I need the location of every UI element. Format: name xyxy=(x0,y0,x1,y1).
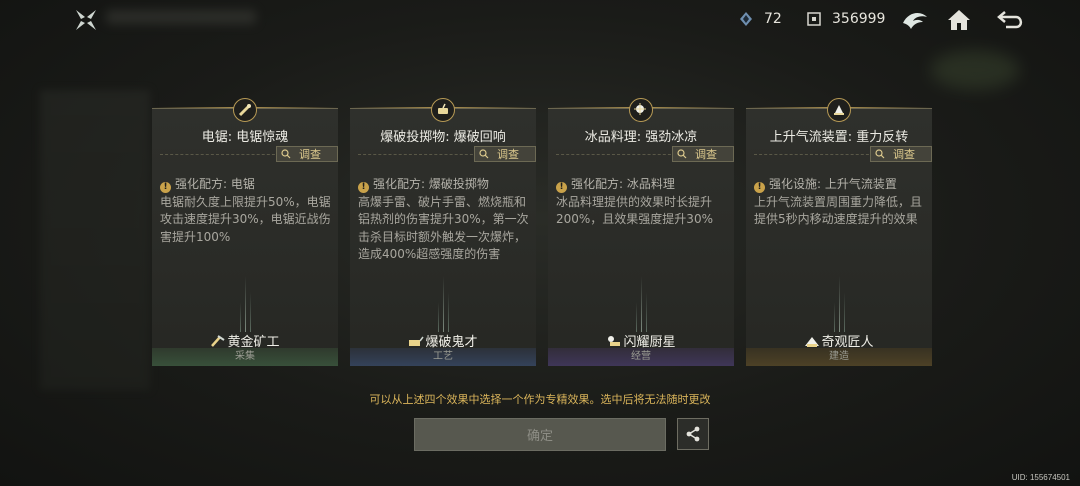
coin-count: 356999 xyxy=(832,11,886,27)
card-description: ! 强化设施: 上升气流装置 上升气流装置周围重力降低，且提供5秒内移动速度提升的… xyxy=(754,176,928,229)
ice-food-icon xyxy=(629,98,653,122)
background-panel xyxy=(40,90,150,390)
background-glow xyxy=(930,50,1020,90)
card-description: ! 强化配方: 爆破投掷物 高爆手雷、破片手雷、燃烧瓶和铝热剂的伤害提升30%，第… xyxy=(358,176,532,264)
category-label: 建造 xyxy=(746,348,932,366)
light-streak xyxy=(448,292,449,332)
light-streak xyxy=(250,292,251,332)
inspect-label: 调查 xyxy=(497,148,519,161)
miner-icon xyxy=(210,334,226,348)
back-button[interactable] xyxy=(996,6,1026,34)
light-streak xyxy=(636,302,637,332)
light-streak xyxy=(641,276,642,332)
confirm-button[interactable]: 确定 xyxy=(414,418,666,451)
logo-icon xyxy=(74,8,98,32)
wing-button[interactable] xyxy=(900,6,930,34)
card-description: ! 强化配方: 冰品料理 冰品料理提供的效果时长提升200%，且效果强度提升30% xyxy=(556,176,730,229)
desc-line1: 强化配方: 电锯 xyxy=(175,177,255,191)
light-streak xyxy=(438,302,439,332)
light-streak xyxy=(844,292,845,332)
gem-counter: 72 xyxy=(738,11,782,27)
chainsaw-icon xyxy=(233,98,257,122)
user-id: UID: 155674501 xyxy=(1011,473,1070,482)
inspect-button[interactable]: 调查 xyxy=(474,146,536,162)
updraft-icon xyxy=(827,98,851,122)
search-icon xyxy=(479,149,489,159)
card-title: 冰品料理: 强劲冰凉 xyxy=(584,130,698,145)
light-streak xyxy=(839,276,840,332)
craftsman-icon xyxy=(804,334,820,348)
desc-line1: 强化配方: 冰品料理 xyxy=(571,177,675,191)
tip-icon: ! xyxy=(754,182,765,193)
category-label: 采集 xyxy=(152,348,338,366)
tip-icon: ! xyxy=(358,182,369,193)
tip-icon: ! xyxy=(160,182,171,193)
card-title: 爆破投掷物: 爆破回响 xyxy=(380,130,506,145)
desc-line1: 强化设施: 上升气流装置 xyxy=(769,177,897,191)
inspect-label: 调查 xyxy=(893,148,915,161)
light-streak xyxy=(646,292,647,332)
desc-body: 高爆手雷、破片手雷、燃烧瓶和铝热剂的伤害提升30%，第一次击杀目标时额外触发一次… xyxy=(358,194,529,262)
inspect-button[interactable]: 调查 xyxy=(276,146,338,162)
light-streak xyxy=(240,302,241,332)
bomb-icon xyxy=(408,334,425,348)
inspect-label: 调查 xyxy=(695,148,717,161)
inspect-label: 调查 xyxy=(299,148,321,161)
coin-counter: 356999 xyxy=(806,11,885,27)
share-icon xyxy=(686,426,700,442)
search-icon xyxy=(677,149,687,159)
card-title: 上升气流装置: 重力反转 xyxy=(769,130,909,145)
specialization-card-chainsaw[interactable]: 电锯: 电锯惊魂 调查 ! 强化配方: 电锯 电锯耐久度上限提升50%，电锯攻击速… xyxy=(152,96,338,366)
search-icon xyxy=(875,149,885,159)
card-dashed-divider xyxy=(358,154,478,155)
back-icon xyxy=(997,11,1023,29)
card-description: ! 强化配方: 电锯 电锯耐久度上限提升50%，电锯攻击速度提升30%，电锯近战伤… xyxy=(160,176,334,246)
explosive-icon xyxy=(431,98,455,122)
gem-count: 72 xyxy=(764,11,782,27)
light-streak xyxy=(443,276,444,332)
desc-body: 电锯耐久度上限提升50%，电锯攻击速度提升30%，电锯近战伤害提升100% xyxy=(160,194,331,244)
home-button[interactable] xyxy=(944,6,974,34)
inspect-button[interactable]: 调查 xyxy=(672,146,734,162)
blurred-title xyxy=(106,10,256,24)
specialization-card-explosive[interactable]: 爆破投掷物: 爆破回响 调查 ! 强化配方: 爆破投掷物 高爆手雷、破片手雷、燃烧… xyxy=(350,96,536,366)
category-label: 经营 xyxy=(548,348,734,366)
card-dashed-divider xyxy=(754,154,874,155)
coin-icon xyxy=(806,11,822,27)
card-dashed-divider xyxy=(160,154,280,155)
desc-line1: 强化配方: 爆破投掷物 xyxy=(373,177,489,191)
gem-icon xyxy=(738,11,754,27)
specialization-card-updraft[interactable]: 上升气流装置: 重力反转 调查 ! 强化设施: 上升气流装置 上升气流装置周围重力… xyxy=(746,96,932,366)
desc-body: 上升气流装置周围重力降低，且提供5秒内移动速度提升的效果 xyxy=(754,194,923,227)
specialization-cards: 电锯: 电锯惊魂 调查 ! 强化配方: 电锯 电锯耐久度上限提升50%，电锯攻击速… xyxy=(152,96,932,366)
light-streak xyxy=(245,276,246,332)
home-icon xyxy=(948,10,970,30)
search-icon xyxy=(281,149,291,159)
card-title: 电锯: 电锯惊魂 xyxy=(201,130,289,145)
share-button[interactable] xyxy=(677,418,709,450)
light-streak xyxy=(834,302,835,332)
specialization-card-ice-food[interactable]: 冰品料理: 强劲冰凉 调查 ! 强化配方: 冰品料理 冰品料理提供的效果时长提升2… xyxy=(548,96,734,366)
wing-icon xyxy=(903,13,927,29)
selection-hint: 可以从上述四个效果中选择一个作为专精效果。选中后将无法随时更改 xyxy=(369,393,711,406)
card-dashed-divider xyxy=(556,154,676,155)
category-label: 工艺 xyxy=(350,348,536,366)
desc-body: 冰品料理提供的效果时长提升200%，且效果强度提升30% xyxy=(556,194,713,227)
inspect-button[interactable]: 调查 xyxy=(870,146,932,162)
chef-icon xyxy=(606,334,622,348)
tip-icon: ! xyxy=(556,182,567,193)
